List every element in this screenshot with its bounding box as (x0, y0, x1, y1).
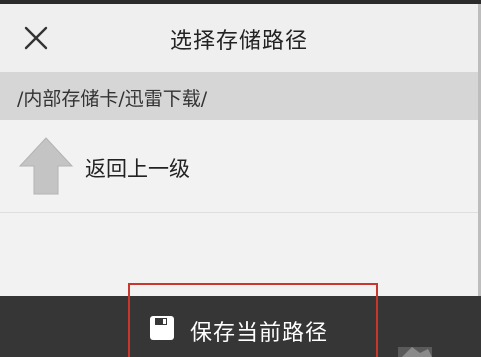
save-icon (150, 316, 174, 340)
save-current-path-button[interactable]: 保存当前路径 (128, 283, 378, 357)
current-path-bar: /内部存储卡/迅雷下载/ (0, 72, 478, 120)
arrow-up-icon (18, 137, 74, 195)
current-path-text: /内部存储卡/迅雷下载/ (17, 88, 208, 110)
go-up-row[interactable]: 返回上一级 (0, 120, 478, 213)
storage-path-dialog: 选择存储路径 /内部存储卡/迅雷下载/ 返回上一级 保存当前路径 (0, 0, 481, 357)
go-up-label: 返回上一级 (85, 157, 190, 181)
corner-thumbnail (398, 347, 432, 357)
save-current-path-label: 保存当前路径 (190, 321, 329, 346)
title-bar: 选择存储路径 (0, 4, 478, 72)
page-title: 选择存储路径 (169, 29, 308, 54)
folder-list: 返回上一级 (0, 120, 478, 296)
